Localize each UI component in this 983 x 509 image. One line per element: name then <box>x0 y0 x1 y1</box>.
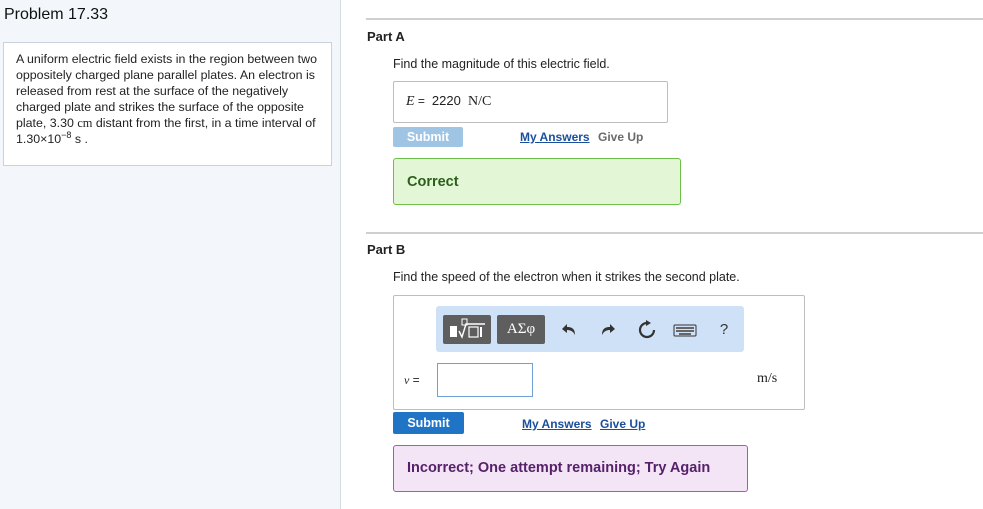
symbols-button[interactable]: ΑΣφ <box>497 315 545 344</box>
templates-icon <box>450 318 485 339</box>
templates-button[interactable] <box>443 315 491 344</box>
math-toolbar: ΑΣφ ? <box>436 306 744 352</box>
part-a-give-up-link[interactable]: Give Up <box>598 130 643 144</box>
part-a-divider <box>366 18 983 20</box>
problem-unit-cm: cm <box>77 116 93 130</box>
part-a-answer: E = 2220 N/C <box>406 93 491 110</box>
problem-title: Problem 17.33 <box>4 6 109 23</box>
part-b-equals: = <box>409 373 420 387</box>
part-a-feedback-correct: Correct <box>393 158 681 205</box>
help-icon[interactable]: ? <box>714 320 734 340</box>
reset-icon[interactable] <box>637 320 657 340</box>
part-a-feedback-text: Correct <box>407 174 459 190</box>
redo-icon[interactable] <box>597 320 617 340</box>
part-b-label: Part B <box>367 242 406 257</box>
part-b-my-answers-link[interactable]: My Answers <box>522 417 592 431</box>
part-a-variable: E <box>406 94 415 109</box>
part-a-my-answers-link[interactable]: My Answers <box>520 130 590 144</box>
part-a-question: Find the magnitude of this electric fiel… <box>393 57 610 71</box>
part-a-equals: = <box>414 94 429 108</box>
part-a-answer-box: E = 2220 N/C <box>393 81 668 123</box>
problem-exponent: −8 <box>61 129 72 140</box>
part-b-submit-button[interactable]: Submit <box>393 412 464 434</box>
problem-pane: Problem 17.33 A uniform electric field e… <box>0 0 341 509</box>
part-b-variable-label: v = <box>404 373 420 388</box>
problem-statement: A uniform electric field exists in the r… <box>3 42 332 166</box>
part-b-feedback-text: Incorrect; One attempt remaining; Try Ag… <box>407 460 711 476</box>
keyboard-icon[interactable] <box>673 320 697 340</box>
part-b-feedback-incorrect: Incorrect; One attempt remaining; Try Ag… <box>393 445 748 492</box>
part-b-divider <box>366 232 983 234</box>
part-a-unit: N/C <box>468 94 492 109</box>
speed-answer-input[interactable] <box>437 363 533 397</box>
part-a-label: Part A <box>367 29 405 44</box>
part-b-question: Find the speed of the electron when it s… <box>393 270 740 284</box>
problem-text-3: s . <box>71 132 88 146</box>
part-b-answer-panel: ΑΣφ ? v = m/s <box>393 295 805 410</box>
undo-icon[interactable] <box>560 320 580 340</box>
part-b-unit: m/s <box>757 371 778 386</box>
part-b-give-up-link[interactable]: Give Up <box>600 417 645 431</box>
part-a-submit-button[interactable]: Submit <box>393 127 463 147</box>
part-a-value: 2220 <box>431 93 461 108</box>
